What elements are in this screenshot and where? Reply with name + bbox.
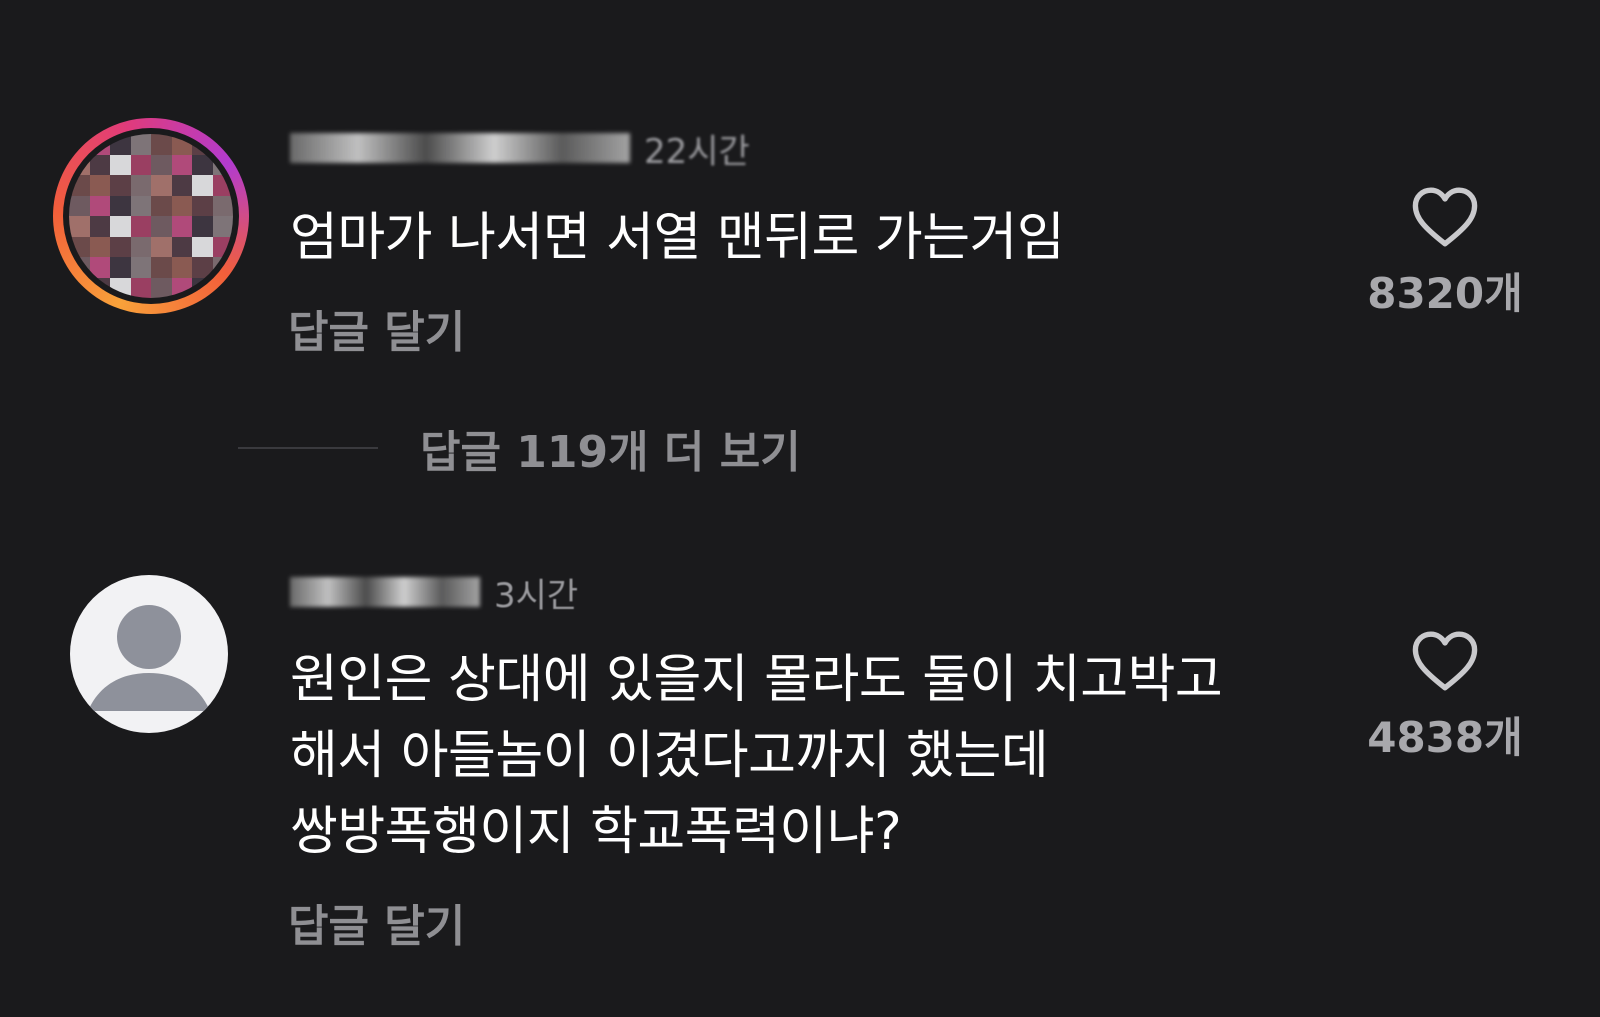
view-more-replies-label: 답글 119개 더 보기 xyxy=(420,427,801,478)
comment-meta: 22시간 xyxy=(290,128,750,172)
avatar[interactable] xyxy=(70,575,228,733)
pixelated-profile-icon xyxy=(69,134,233,298)
reply-button[interactable]: 답글 달기 xyxy=(288,890,465,954)
comment-text: 원인은 상대에 있을지 몰라도 둘이 치고박고 해서 아들놈이 이겼다고까지 했… xyxy=(290,650,1223,862)
comment-text: 엄마가 나서면 서열 맨뒤로 가는거임 xyxy=(290,208,1065,268)
like-count: 8320개 xyxy=(1367,269,1523,318)
like-button[interactable]: 8320개 xyxy=(1350,186,1540,321)
comment-time: 22시간 xyxy=(644,131,750,172)
heart-outline-icon xyxy=(1412,631,1478,691)
default-user-icon xyxy=(88,605,210,711)
comment-time: 3시간 xyxy=(494,575,579,616)
reply-button[interactable]: 답글 달기 xyxy=(288,296,465,360)
like-count: 4838개 xyxy=(1367,713,1523,762)
replies-divider xyxy=(238,447,378,449)
comment-meta: 3시간 xyxy=(290,572,578,616)
avatar[interactable] xyxy=(53,118,249,314)
username-redacted[interactable] xyxy=(290,577,480,607)
username-redacted[interactable] xyxy=(290,133,630,163)
heart-outline-icon xyxy=(1412,187,1478,247)
view-more-replies-button[interactable]: 답글 119개 더 보기 xyxy=(238,416,801,480)
like-button[interactable]: 4838개 xyxy=(1350,630,1540,765)
